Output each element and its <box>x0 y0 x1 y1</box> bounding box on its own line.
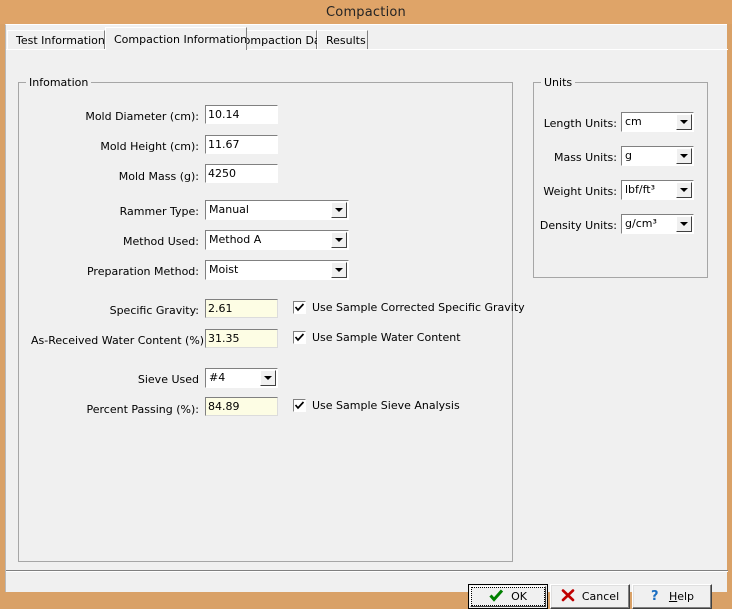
rammer-type-select[interactable]: Manual <box>205 200 349 220</box>
mold-height-input[interactable]: 11.67 <box>205 135 278 154</box>
mass-units-value: g <box>625 149 632 162</box>
checkmark-icon <box>293 399 306 412</box>
checkmark-icon <box>293 301 306 314</box>
chevron-down-icon[interactable] <box>676 114 692 130</box>
weight-units-label: Weight Units: <box>532 185 617 199</box>
tab-results[interactable]: Results <box>317 30 368 49</box>
use-sample-water-content-label: Use Sample Water Content <box>312 331 461 344</box>
help-accel-letter: H <box>669 590 677 603</box>
weight-units-select[interactable]: lbf/ft³ <box>621 180 694 200</box>
density-units-label: Density Units: <box>532 219 617 233</box>
mold-mass-label: Mold Mass (g): <box>66 170 199 184</box>
preparation-method-select[interactable]: Moist <box>205 260 349 280</box>
length-units-value: cm <box>625 115 642 128</box>
chevron-down-icon[interactable] <box>676 216 692 232</box>
compaction-dialog-window: Compaction Test Information Compaction I… <box>0 0 732 598</box>
cancel-button-label: Cancel <box>582 590 619 603</box>
length-units-label: Length Units: <box>537 117 617 131</box>
use-sample-water-content-checkbox[interactable]: Use Sample Water Content <box>293 331 461 344</box>
method-used-value: Method A <box>209 233 261 246</box>
help-button[interactable]: ? Help <box>632 584 712 609</box>
chevron-down-icon[interactable] <box>331 232 347 248</box>
use-corrected-specific-gravity-checkbox[interactable]: Use Sample Corrected Specific Gravity <box>293 301 525 314</box>
information-group: Infomation <box>18 82 513 562</box>
chevron-down-icon[interactable] <box>676 182 692 198</box>
help-label-rest: elp <box>677 590 694 603</box>
mold-height-label: Mold Height (cm): <box>66 140 199 154</box>
cancel-button[interactable]: Cancel <box>550 584 630 609</box>
chevron-down-icon[interactable] <box>331 262 347 278</box>
sieve-used-select[interactable]: #4 <box>205 368 278 388</box>
use-corrected-specific-gravity-label: Use Sample Corrected Specific Gravity <box>312 301 525 314</box>
sieve-used-value: #4 <box>209 371 225 384</box>
density-units-value: g/cm³ <box>625 217 657 230</box>
percent-passing-input[interactable]: 84.89 <box>205 397 278 416</box>
mold-diameter-label: Mold Diameter (cm): <box>66 110 199 124</box>
footer-separator <box>6 570 728 572</box>
chevron-down-icon[interactable] <box>676 148 692 164</box>
information-group-label: Infomation <box>26 76 91 89</box>
method-used-select[interactable]: Method A <box>205 230 349 250</box>
mold-mass-input[interactable]: 4250 <box>205 164 278 183</box>
ok-button[interactable]: OK <box>468 584 548 609</box>
use-sample-sieve-analysis-label: Use Sample Sieve Analysis <box>312 399 460 412</box>
green-check-icon <box>489 589 504 605</box>
checkmark-icon <box>293 331 306 344</box>
rammer-type-label: Rammer Type: <box>66 205 199 219</box>
mass-units-select[interactable]: g <box>621 146 694 166</box>
mold-diameter-input[interactable]: 10.14 <box>205 105 278 124</box>
water-content-label: As-Received Water Content (%): <box>31 334 199 348</box>
dialog-client-area: Test Information Compaction Information … <box>5 24 727 592</box>
use-sample-sieve-analysis-checkbox[interactable]: Use Sample Sieve Analysis <box>293 399 460 412</box>
tab-label: Test Information <box>16 34 105 47</box>
window-title: Compaction <box>326 5 406 20</box>
tab-test-information[interactable]: Test Information <box>7 30 105 49</box>
units-group-label: Units <box>541 76 575 89</box>
density-units-select[interactable]: g/cm³ <box>621 214 694 234</box>
svg-text:?: ? <box>651 589 659 602</box>
tab-label: Results <box>326 34 366 47</box>
tab-compaction-information[interactable]: Compaction Information <box>105 27 247 50</box>
mass-units-label: Mass Units: <box>537 151 617 165</box>
specific-gravity-label: Specific Gravity: <box>66 304 199 318</box>
specific-gravity-input[interactable]: 2.61 <box>205 299 278 318</box>
ok-button-label: OK <box>511 590 527 603</box>
help-button-label: Help <box>669 590 694 603</box>
sieve-used-label: Sieve Used <box>66 373 199 387</box>
length-units-select[interactable]: cm <box>621 112 694 132</box>
rammer-type-value: Manual <box>209 203 249 216</box>
method-used-label: Method Used: <box>66 235 199 249</box>
percent-passing-label: Percent Passing (%): <box>61 403 199 417</box>
weight-units-value: lbf/ft³ <box>625 183 655 196</box>
red-x-icon <box>561 589 575 605</box>
preparation-method-value: Moist <box>209 263 238 276</box>
title-bar: Compaction <box>0 0 732 24</box>
preparation-method-label: Preparation Method: <box>51 265 199 279</box>
blue-question-icon: ? <box>650 588 662 605</box>
water-content-input[interactable]: 31.35 <box>205 329 278 348</box>
chevron-down-icon[interactable] <box>260 370 276 386</box>
chevron-down-icon[interactable] <box>331 202 347 218</box>
tab-strip: Test Information Compaction Information … <box>6 27 728 49</box>
tab-label: Compaction Information <box>114 33 247 46</box>
